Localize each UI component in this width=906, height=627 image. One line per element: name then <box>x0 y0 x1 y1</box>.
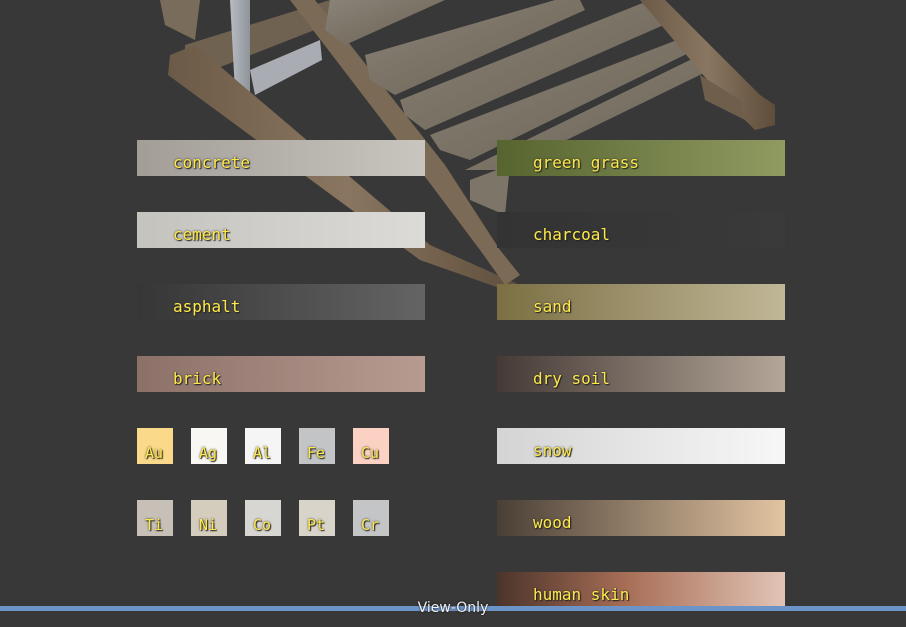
metal-swatch-au[interactable]: Au <box>137 428 173 464</box>
material-swatch-snow[interactable]: snow <box>497 428 785 464</box>
metal-label: Pt <box>307 516 326 534</box>
metal-label: Fe <box>307 444 326 462</box>
metal-label: Al <box>253 444 272 462</box>
metal-label: Au <box>145 444 164 462</box>
metal-label: Cu <box>361 444 380 462</box>
material-swatch-asphalt[interactable]: asphalt <box>137 284 425 320</box>
material-swatch-wood[interactable]: wood <box>497 500 785 536</box>
metal-swatch-ag[interactable]: Ag <box>191 428 227 464</box>
material-label: charcoal <box>533 225 611 244</box>
material-swatch-cement[interactable]: cement <box>137 212 425 248</box>
render-viewport[interactable]: concrete cement asphalt brick Au Ag Al F… <box>0 0 906 607</box>
metal-swatch-al[interactable]: Al <box>245 428 281 464</box>
material-swatch-sand[interactable]: sand <box>497 284 785 320</box>
metal-swatch-ni[interactable]: Ni <box>191 500 227 536</box>
metal-swatch-co[interactable]: Co <box>245 500 281 536</box>
material-label: concrete <box>173 153 251 172</box>
material-label: green grass <box>533 153 639 172</box>
material-label: brick <box>173 369 222 388</box>
metal-label: Co <box>253 516 272 534</box>
material-swatch-green-grass[interactable]: green grass <box>497 140 785 176</box>
metal-label: Cr <box>361 516 380 534</box>
metal-swatch-fe[interactable]: Fe <box>299 428 335 464</box>
view-mode-label: View-Only <box>417 600 489 616</box>
metal-swatch-ti[interactable]: Ti <box>137 500 173 536</box>
material-swatch-brick[interactable]: brick <box>137 356 425 392</box>
material-label: asphalt <box>173 297 241 316</box>
metal-label: Ag <box>199 444 218 462</box>
material-swatch-charcoal[interactable]: charcoal <box>497 212 785 248</box>
material-label: cement <box>173 225 231 244</box>
metal-swatch-cr[interactable]: Cr <box>353 500 389 536</box>
metal-swatch-pt[interactable]: Pt <box>299 500 335 536</box>
metal-label: Ni <box>199 516 218 534</box>
material-label: sand <box>533 297 572 316</box>
material-label: wood <box>533 513 572 532</box>
material-label: dry soil <box>533 369 611 388</box>
material-swatch-dry-soil[interactable]: dry soil <box>497 356 785 392</box>
metal-swatch-cu[interactable]: Cu <box>353 428 389 464</box>
metal-label: Ti <box>145 516 164 534</box>
material-label: snow <box>533 441 572 460</box>
material-swatch-concrete[interactable]: concrete <box>137 140 425 176</box>
